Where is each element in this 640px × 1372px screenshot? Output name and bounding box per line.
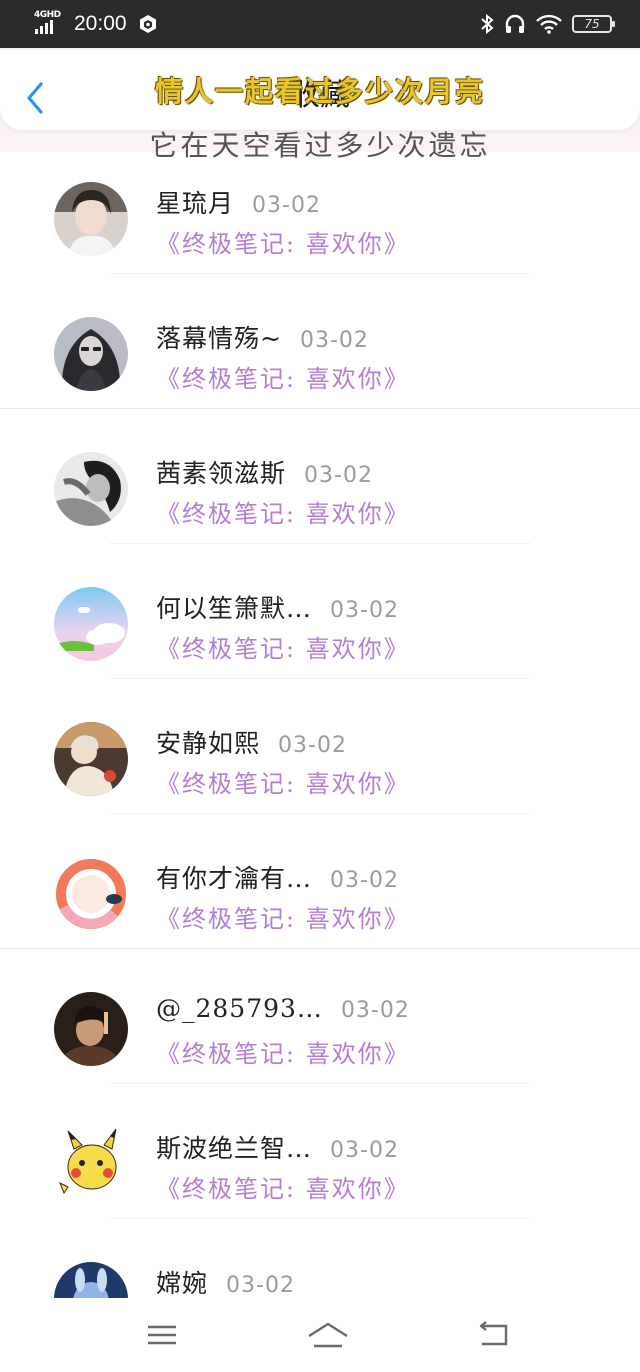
wifi-icon — [536, 14, 562, 34]
item-header: 茜素领滋斯 03-02 — [156, 454, 373, 490]
item-header: 有你才瀹有… 03-02 — [156, 859, 399, 895]
item-title[interactable]: 《终极笔记: 喜欢你》 — [156, 494, 410, 529]
avatar[interactable] — [54, 992, 128, 1066]
status-bar: 4GHD 20:00 75 — [0, 0, 640, 48]
avatar[interactable] — [54, 182, 128, 256]
user-name[interactable]: 安静如熙 — [156, 724, 260, 760]
item-title[interactable]: 《终极笔记: 喜欢你》 — [156, 1034, 410, 1069]
user-name[interactable]: 落幕情殇~ — [156, 319, 282, 355]
back-icon[interactable] — [476, 1318, 510, 1352]
item-header: 何以笙箫默… 03-02 — [156, 589, 399, 625]
item-header: 嫦婉 03-02 — [156, 1264, 295, 1298]
list-item[interactable]: 嫦婉 03-02 — [0, 1232, 640, 1298]
avatar[interactable] — [54, 857, 128, 931]
network-label: 4GHD — [34, 10, 61, 20]
avatar[interactable] — [54, 722, 128, 796]
user-name[interactable]: 有你才瀹有… — [156, 859, 312, 895]
avatar[interactable] — [54, 452, 128, 526]
list-item[interactable]: 茜素领滋斯 03-02 《终极笔记: 喜欢你》 — [0, 422, 640, 557]
item-title[interactable]: 《终极笔记: 喜欢你》 — [156, 359, 410, 394]
battery-level: 75 — [584, 17, 600, 31]
app-notification-icon — [139, 15, 156, 33]
user-name[interactable]: 斯波绝兰智… — [156, 1129, 312, 1165]
item-title[interactable]: 《终极笔记: 喜欢你》 — [156, 629, 410, 664]
divider — [110, 543, 530, 544]
item-title[interactable]: 《终极笔记: 喜欢你》 — [156, 764, 410, 799]
status-right: 75 — [480, 13, 615, 35]
item-title[interactable]: 《终极笔记: 喜欢你》 — [156, 224, 410, 259]
item-header: 斯波绝兰智… 03-02 — [156, 1129, 399, 1165]
divider — [0, 948, 640, 949]
avatar[interactable] — [54, 587, 128, 661]
caption-line-1: 情人一起看过多少次月亮 — [154, 75, 485, 108]
item-title[interactable]: 《终极笔记: 喜欢你》 — [156, 899, 410, 934]
user-name[interactable]: @_285793… — [156, 994, 323, 1023]
item-date: 03-02 — [226, 1273, 295, 1298]
home-icon[interactable] — [306, 1318, 350, 1352]
divider — [110, 1218, 530, 1219]
list-item[interactable]: 有你才瀹有… 03-02 《终极笔记: 喜欢你》 — [0, 827, 640, 962]
list-item[interactable]: 落幕情殇~ 03-02 《终极笔记: 喜欢你》 — [0, 287, 640, 422]
item-date: 03-02 — [330, 1138, 399, 1163]
battery-icon: 75 — [572, 15, 615, 33]
bluetooth-icon — [481, 13, 494, 35]
item-date: 03-02 — [330, 598, 399, 623]
clock: 20:00 — [74, 12, 127, 35]
list-item[interactable]: @_285793… 03-02 《终极笔记: 喜欢你》 — [0, 962, 640, 1097]
list-item[interactable]: 何以笙箫默… 03-02 《终极笔记: 喜欢你》 — [0, 557, 640, 692]
divider — [110, 813, 530, 814]
item-header: @_285793… 03-02 — [156, 994, 410, 1023]
item-date: 03-02 — [340, 998, 410, 1023]
system-nav-bar — [0, 1298, 640, 1372]
menu-icon[interactable] — [145, 1318, 179, 1352]
signal-icon: 4GHD — [34, 10, 64, 36]
item-date: 03-02 — [330, 868, 399, 893]
item-date: 03-02 — [299, 328, 369, 353]
list-item[interactable]: 星琉月 03-02 《终极笔记: 喜欢你》 — [0, 152, 640, 287]
item-date: 03-02 — [278, 733, 347, 758]
item-header: 星琉月 03-02 — [156, 184, 321, 220]
favorites-list[interactable]: 星琉月 03-02 《终极笔记: 喜欢你》 落幕情殇~ 03-02 《终极笔记:… — [0, 152, 640, 1298]
avatar[interactable] — [54, 317, 128, 391]
item-header: 安静如熙 03-02 — [156, 724, 347, 760]
item-title[interactable]: 《终极笔记: 喜欢你》 — [156, 1169, 410, 1204]
user-name[interactable]: 茜素领滋斯 — [156, 454, 286, 490]
user-name[interactable]: 何以笙箫默… — [156, 589, 312, 625]
divider — [110, 1083, 530, 1084]
item-date: 03-02 — [304, 463, 373, 488]
avatar[interactable] — [54, 1127, 128, 1201]
user-name[interactable]: 星琉月 — [156, 184, 234, 220]
divider — [110, 273, 530, 274]
list-item[interactable]: 斯波绝兰智… 03-02 《终极笔记: 喜欢你》 — [0, 1097, 640, 1232]
divider — [0, 408, 640, 409]
item-header: 落幕情殇~ 03-02 — [156, 319, 369, 355]
avatar[interactable] — [54, 1262, 128, 1298]
list-item[interactable]: 安静如熙 03-02 《终极笔记: 喜欢你》 — [0, 692, 640, 827]
headphones-icon — [505, 14, 525, 33]
divider — [110, 678, 530, 679]
item-date: 03-02 — [252, 193, 321, 218]
user-name[interactable]: 嫦婉 — [156, 1264, 208, 1298]
status-left: 4GHD 20:00 — [34, 10, 159, 36]
